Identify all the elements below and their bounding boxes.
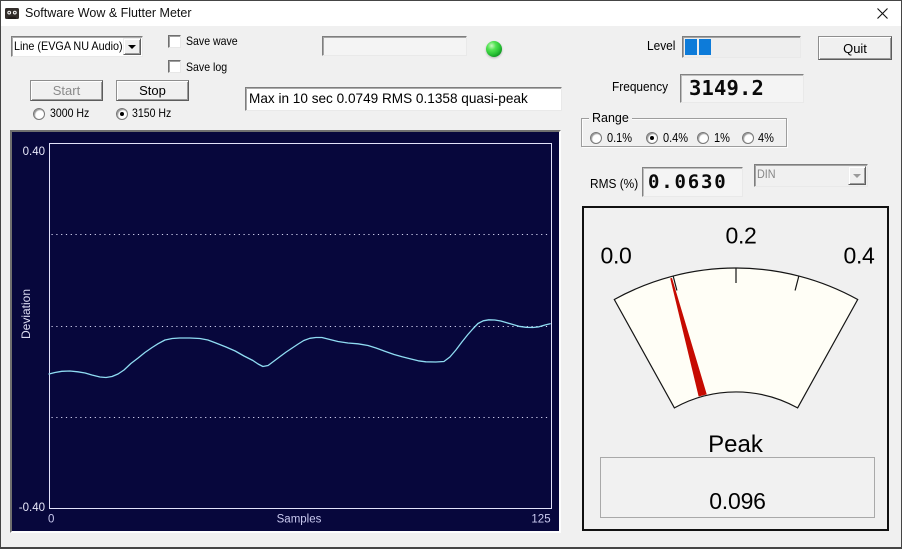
radio-range-1%[interactable]	[697, 132, 709, 144]
stop-button[interactable]: Stop	[116, 80, 189, 101]
weighting-value: DIN	[757, 167, 776, 181]
save-wave-label: Save wave	[186, 34, 238, 48]
radio-3150hz[interactable]	[116, 108, 128, 120]
radio-range-0.1%-label: 0.1%	[607, 131, 633, 145]
radio-range-0.1%[interactable]	[590, 132, 602, 144]
radio-range-4%-label: 4%	[758, 131, 774, 145]
radio-range-0.4%-label: 0.4%	[663, 131, 689, 145]
deviation-plot: 0.40 -0.400 Samples 125 Deviation	[19, 143, 552, 526]
input-device-value: Line (EVGA NU Audio)	[14, 39, 123, 53]
window-title: Software Wow & Flutter Meter	[25, 6, 192, 20]
start-button[interactable]: Start	[30, 80, 103, 101]
radio-3150hz-label: 3150 Hz	[132, 106, 172, 120]
chevron-down-icon	[128, 44, 136, 49]
level-segment	[685, 39, 697, 55]
rms-label: RMS (%)	[590, 177, 639, 191]
weighting-dropdown-button	[848, 166, 866, 185]
svg-text:0: 0	[48, 514, 54, 526]
svg-text:125: 125	[531, 514, 550, 526]
app-window: Software Wow & Flutter Meter Line (EVGA …	[0, 0, 902, 549]
radio-3000hz[interactable]	[33, 108, 45, 120]
app-icon	[5, 8, 19, 19]
save-wave-checkbox[interactable]	[168, 35, 181, 48]
gauge-scale-max: 0.4	[843, 242, 875, 269]
peak-value-box: 0.096	[600, 457, 875, 518]
level-meter	[682, 36, 801, 58]
deviation-chart: 0.40 -0.40 0 Samples 125 Deviation	[10, 130, 561, 533]
svg-text:-0.40: -0.40	[19, 502, 45, 514]
frequency-label: Frequency	[612, 80, 669, 94]
frequency-display: 3149.2	[680, 74, 804, 103]
wave-file-input[interactable]	[322, 36, 467, 56]
radio-range-1%-label: 1%	[714, 131, 730, 145]
close-icon	[876, 7, 888, 19]
level-label: Level	[647, 39, 676, 53]
svg-text:Deviation: Deviation	[19, 289, 33, 339]
radio-range-0.4%[interactable]	[646, 132, 658, 144]
signal-led-indicator	[486, 41, 502, 57]
save-log-label: Save log	[186, 60, 228, 74]
chevron-down-icon	[853, 173, 861, 178]
range-group: Range 0.1% 0.4% 1% 4%	[581, 111, 787, 147]
title-bar: Software Wow & Flutter Meter	[0, 0, 902, 26]
save-log-checkbox[interactable]	[168, 60, 181, 73]
peak-value: 0.096	[709, 488, 766, 514]
input-device-dropdown-button[interactable]	[123, 38, 141, 55]
input-device-select[interactable]: Line (EVGA NU Audio)	[11, 36, 143, 57]
rms-display: 0.0630	[642, 167, 743, 197]
svg-text:0.40: 0.40	[23, 146, 45, 158]
status-text: Max in 10 sec 0.0749 RMS 0.1358 quasi-pe…	[249, 91, 528, 106]
close-button[interactable]	[864, 0, 900, 26]
radio-3000hz-label: 3000 Hz	[50, 106, 90, 120]
range-group-legend: Range	[589, 111, 632, 125]
peak-gauge-panel: 0.0 0.2 0.4 Peak 0.096	[582, 206, 889, 531]
weighting-select: DIN	[754, 164, 868, 187]
peak-label: Peak	[708, 431, 763, 458]
svg-text:Samples: Samples	[277, 514, 322, 526]
gauge-scale-mid: 0.2	[725, 222, 757, 249]
gauge-scale-min: 0.0	[600, 242, 632, 269]
status-readout: Max in 10 sec 0.0749 RMS 0.1358 quasi-pe…	[245, 87, 562, 111]
level-segment	[699, 39, 711, 55]
radio-range-4%[interactable]	[742, 132, 754, 144]
quit-button[interactable]: Quit	[818, 36, 892, 60]
